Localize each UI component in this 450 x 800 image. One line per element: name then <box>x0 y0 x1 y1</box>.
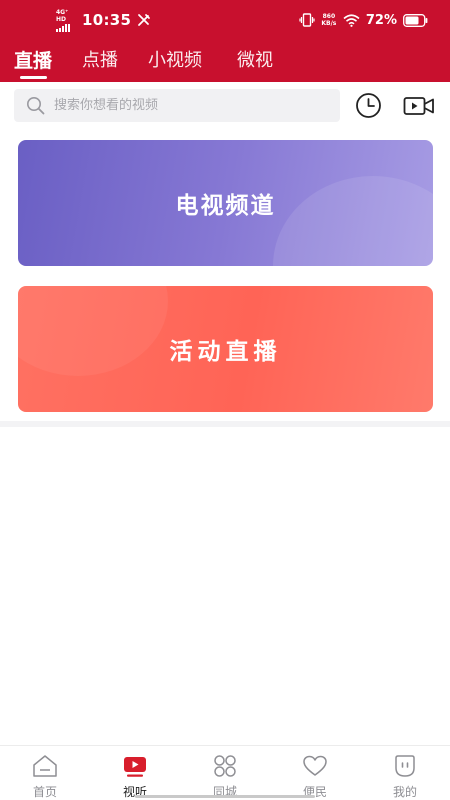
tab-micro-video[interactable]: 微视 <box>237 46 273 72</box>
tab-short-video[interactable]: 小视频 <box>148 46 202 72</box>
clock-icon[interactable] <box>355 92 382 119</box>
tab-live[interactable]: 直播 <box>14 46 52 73</box>
nav-home[interactable]: 首页 <box>0 746 90 800</box>
nav-local[interactable]: 同城 <box>180 746 270 800</box>
active-tab-indicator <box>20 76 47 79</box>
nav-home-label: 首页 <box>32 785 57 799</box>
nav-services[interactable]: 便民 <box>270 746 360 800</box>
network-indicator: 4G⁺ HD <box>56 9 78 32</box>
video-camera-icon[interactable] <box>403 94 435 118</box>
card-decoration <box>273 176 433 266</box>
network-label: 4G⁺ HD <box>56 8 69 23</box>
search-input[interactable] <box>54 89 334 122</box>
clock-time: 10:35 <box>82 11 132 29</box>
net-speed-value: 860 <box>322 13 336 20</box>
battery-percent: 72% <box>365 12 397 28</box>
bottom-navigation: 首页 视听 同城 便民 我的 <box>0 745 450 800</box>
event-live-card[interactable]: 活动直播 <box>18 286 433 412</box>
status-bar: 4G⁺ HD 10:35 860 KB/s 72% <box>0 0 450 38</box>
section-divider <box>0 421 450 427</box>
nav-media[interactable]: 视听 <box>90 746 180 800</box>
event-live-label: 活动直播 <box>169 339 282 365</box>
home-indicator-bar[interactable] <box>135 795 315 798</box>
net-speed: 860 KB/s <box>321 13 337 27</box>
vibrate-icon <box>299 13 315 27</box>
grid-icon <box>214 755 236 777</box>
wifi-icon <box>343 13 360 27</box>
signal-icon <box>56 23 78 32</box>
status-right: 860 KB/s 72% <box>299 10 428 30</box>
tab-vod[interactable]: 点播 <box>82 46 118 72</box>
profile-icon <box>395 755 415 777</box>
search-icon <box>27 97 45 115</box>
tools-icon <box>138 14 151 26</box>
card-decoration <box>18 286 168 376</box>
nav-profile-label: 我的 <box>392 785 417 799</box>
channel-tabs: 直播 点播 小视频 微视 <box>0 38 450 82</box>
heart-icon <box>303 755 327 776</box>
status-left: 4G⁺ HD 10:35 <box>56 9 151 32</box>
nav-profile[interactable]: 我的 <box>360 746 450 800</box>
play-icon <box>124 757 146 777</box>
app-header: 4G⁺ HD 10:35 860 KB/s 72% 直播 点播 小视频 微视 <box>0 0 450 82</box>
home-icon <box>33 755 57 777</box>
search-bar[interactable] <box>14 89 340 122</box>
tv-channels-card[interactable]: 电视频道 <box>18 140 433 266</box>
tv-channels-label: 电视频道 <box>175 193 276 219</box>
net-speed-unit: KB/s <box>321 20 337 27</box>
battery-icon <box>403 13 428 27</box>
